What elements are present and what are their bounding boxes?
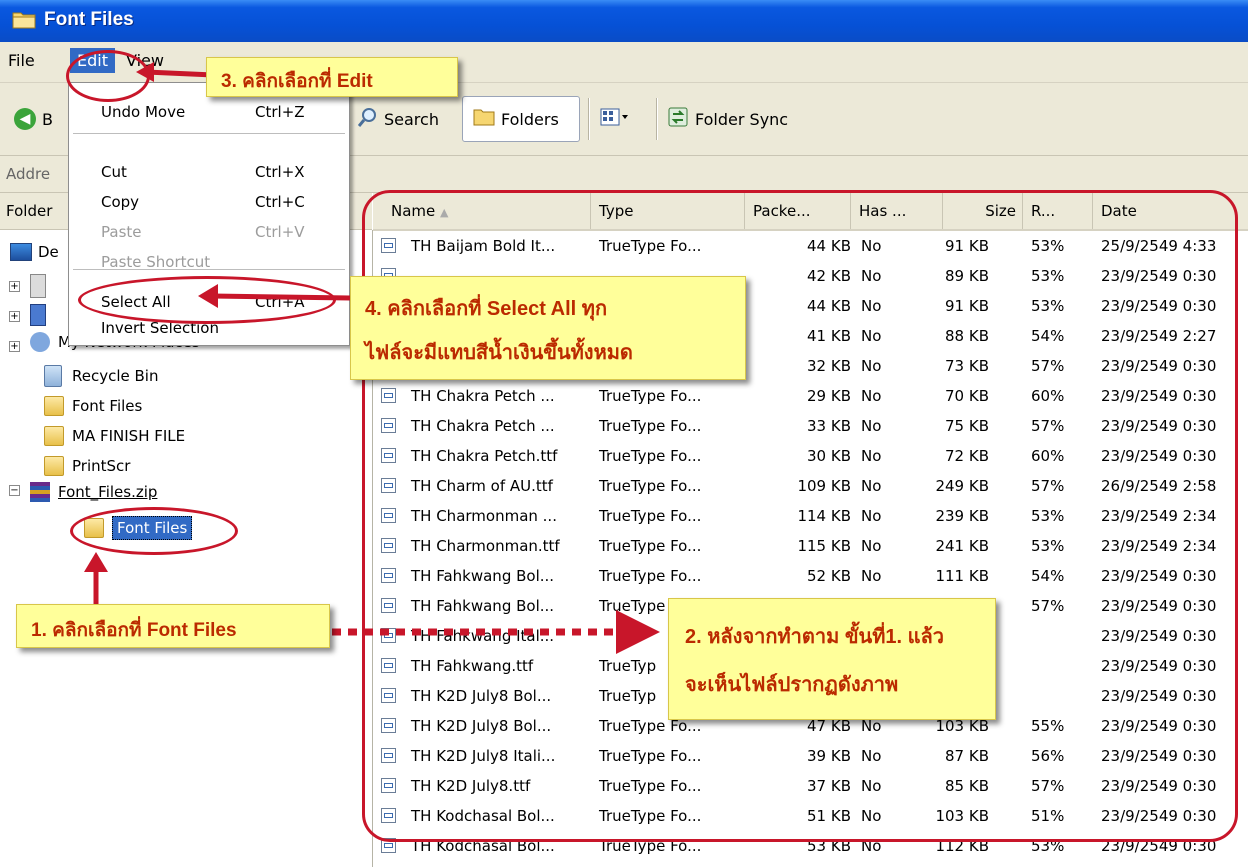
font-files-highlight-ring	[70, 507, 238, 555]
callout-step-4: 4. คลิกเลือกที่ Select All ทุก ไฟล์จะมีแ…	[350, 276, 746, 380]
select-all-highlight-ring	[78, 276, 336, 324]
callout-step-1: 1. คลิกเลือกที่ Font Files	[16, 604, 330, 648]
callout-step-3: 3. คลิกเลือกที่ Edit	[206, 57, 458, 97]
callout-step-2: 2. หลังจากทำตาม ขั้นที่1. แล้ว จะเห็นไฟล…	[668, 598, 996, 720]
edit-highlight-ring	[66, 50, 150, 102]
